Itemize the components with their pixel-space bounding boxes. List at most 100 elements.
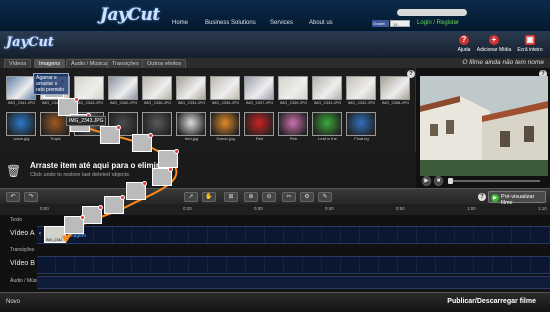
tab-videos[interactable]: Vídeos [4,59,32,68]
tab-transicoes[interactable]: Transições [107,59,144,68]
tick-2: 0:20 [183,206,192,211]
seek-handle[interactable] [448,178,453,184]
media-thumb[interactable]: IMG_2336.JPG [142,76,173,107]
media-thumb[interactable]: IMG_2339.JPG [278,76,309,107]
zoom-out-icon[interactable]: ⊖ [262,192,276,202]
search-input[interactable] [397,9,467,16]
trash-drop-zone[interactable]: 🗑 Arraste item até aqui para o eliminar … [0,152,416,188]
media-thumb[interactable]: IMG_2337.JPG [244,76,275,107]
publish-download-button[interactable]: Publicar/Descarregar filme [447,298,536,305]
trash-title: Arraste item até aqui para o eliminar [30,161,169,170]
thumb-image [176,112,206,136]
media-thumb[interactable]: IMG_2338.JPG [380,76,411,107]
media-thumb[interactable]: IMG_2332.JPG [346,76,377,107]
thumb-label: Pink [289,136,298,141]
movie-title[interactable]: O filme ainda não tem nome [462,59,544,66]
effects-icon[interactable]: ✎ [318,192,332,202]
nav-business-solutions[interactable]: Business Solutions [205,20,256,26]
no-drop-icon [120,195,125,200]
media-thumb[interactable]: IMG_2340.JPG [108,76,139,107]
video-preview: ? ▶ ■ [418,68,550,188]
undo-icon[interactable]: ↶ [6,192,20,202]
media-thumb[interactable]: Red [244,112,275,143]
media-thumb[interactable]: Leaf in the [312,112,343,143]
login-register-link[interactable]: Login / Register [417,20,459,26]
media-thumb[interactable]: Scenic.jpg [210,112,241,143]
thumb-label: Float.bg [354,136,369,141]
transitions-track[interactable]: Transições [0,245,550,255]
thumb-image [244,76,274,100]
tick-4: 0:40 [325,206,334,211]
thumb-label: IMG_2334.JPG [177,100,206,105]
media-thumb[interactable]: IMG_2333.JPG [312,76,343,107]
add-media-button[interactable]: + Adicionar Mídia [474,35,514,53]
tab-outros-efeitos[interactable]: Outros efeitos [142,59,187,68]
fullscreen-button[interactable]: ▣ Ecrã inteiro [510,35,550,53]
tick-7: 1:10 [538,206,547,211]
nav-home[interactable]: Home [172,20,188,26]
video-a-film[interactable] [37,226,550,244]
thumb-label: Red [255,136,264,141]
select-tool-icon[interactable]: ➚ [184,192,198,202]
stop-icon[interactable]: ■ [434,176,443,186]
playback-controls: ▶ ■ [418,174,550,188]
pan-tool-icon[interactable]: ✋ [202,192,216,202]
thumb-label: Tropic [50,136,61,141]
tab-imagens[interactable]: Imagens [34,59,66,68]
media-thumb[interactable]: Float.bg [346,112,377,143]
bottom-bar: Novo Publicar/Descarregar filme [0,292,550,312]
play-icon[interactable]: ▶ [422,176,431,186]
add-media-icon: + [489,35,499,45]
thumb-image [346,76,376,100]
clip-label: IMG_2341 [46,238,63,242]
video-b-label: Vídeo B [10,260,35,267]
redo-icon[interactable]: ↷ [24,192,38,202]
tab-audio-musica[interactable]: Áudio / Música [66,59,113,68]
media-thumb[interactable]: IMG_2334.JPG [176,76,207,107]
no-drop-icon [168,167,173,172]
nav-about-us[interactable]: About us [309,20,333,26]
thumb-image [6,112,36,136]
timeline-clip[interactable]: IMG_2341 [44,226,66,243]
no-drop-icon [80,215,85,220]
text-track-label: Texto [10,217,22,223]
seek-bar[interactable] [448,180,540,182]
thumb-label: IMG_2340.JPG [109,100,138,105]
thumb-label: IMG_2335.JPG [211,100,240,105]
thumb-label: IMG_2336.JPG [143,100,172,105]
thumb-label: IMG_2338.JPG [381,100,410,105]
no-drop-icon [148,133,153,138]
media-thumb[interactable]: bird.jpg [176,112,207,143]
drag-hint-tooltip: Agarrar e arrastar o rato premido [33,73,69,95]
no-drop-icon [98,205,103,210]
no-drop-icon [116,125,121,130]
new-project-button[interactable]: Novo [6,299,20,305]
preview-movie-button[interactable]: ▶ Pré-visualizar filme [488,191,546,206]
settings-icon[interactable]: ⚙ [300,192,314,202]
facebook-like-button[interactable]: Gostei [372,20,389,27]
video-a-label: Vídeo A [10,230,35,237]
media-thumb[interactable]: Pink [278,112,309,143]
library-help-icon[interactable]: ? [407,70,415,78]
audio-track[interactable]: Áudio / Música [0,275,550,291]
zoom-in-icon[interactable]: ⊕ [244,192,258,202]
dragged-image-ghost [152,167,173,186]
video-b-track[interactable]: Vídeo B [0,255,550,275]
dragged-image-ghost [82,205,103,224]
thumb-label: IMG_2341.JPG [7,100,36,105]
media-thumb[interactable]: wave.jpg [6,112,37,143]
media-thumb[interactable]: IMG_2343.JPG [74,76,105,107]
media-thumb[interactable]: IMG_2335.JPG [210,76,241,107]
cut-icon[interactable]: ✂ [282,192,296,202]
thumb-image [108,76,138,100]
thumb-label: bird.jpg [184,136,199,141]
split-tool-icon[interactable]: ⊞ [224,192,238,202]
audio-film[interactable] [37,276,550,289]
tick-3: 0:30 [254,206,263,211]
video-b-film[interactable] [37,256,550,274]
app-logo: JayCut [6,35,54,50]
trash-subtitle: Click undo to restore last deleted objec… [30,172,130,178]
nav-services[interactable]: Services [270,20,293,26]
thumb-label: IMG_2333.JPG [313,100,342,105]
toolbar-help-icon[interactable]: ? [478,193,486,201]
